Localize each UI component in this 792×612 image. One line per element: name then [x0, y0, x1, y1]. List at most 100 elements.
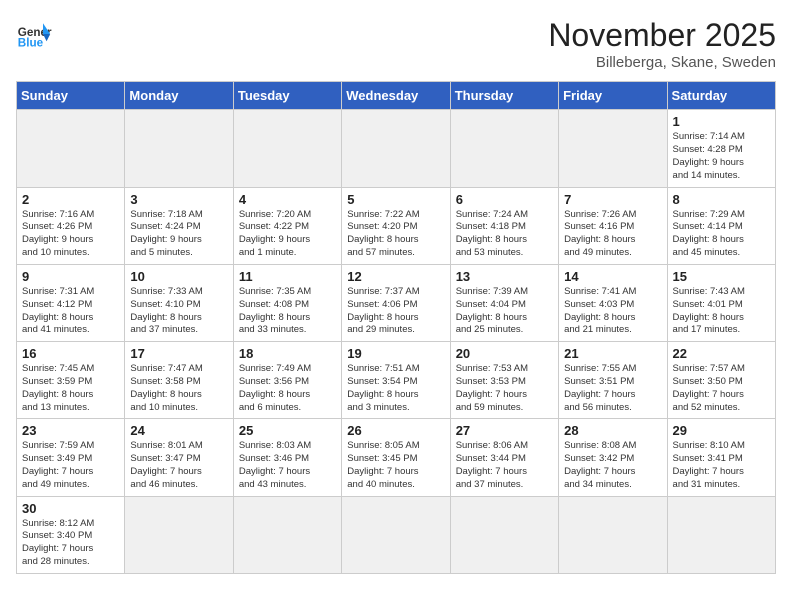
calendar-cell: 4 Sunrise: 7:20 AM Sunset: 4:22 PM Daylig…	[233, 187, 341, 264]
month-title: November 2025	[548, 16, 776, 54]
calendar-cell: 13Sunrise: 7:39 AM Sunset: 4:04 PM Dayli…	[450, 264, 558, 341]
day-number: 19	[347, 346, 444, 361]
cell-sun-info: Sunrise: 7:43 AM Sunset: 4:01 PM Dayligh…	[673, 286, 770, 337]
day-number: 24	[130, 423, 227, 438]
cell-sun-info: Sunrise: 7:41 AM Sunset: 4:03 PM Dayligh…	[564, 286, 661, 337]
day-number: 12	[347, 269, 444, 284]
calendar-cell: 1 Sunrise: 7:14 AM Sunset: 4:28 PM Daylig…	[667, 110, 775, 187]
day-number: 21	[564, 346, 661, 361]
calendar-cell	[667, 496, 775, 573]
calendar-cell: 18Sunrise: 7:49 AM Sunset: 3:56 PM Dayli…	[233, 342, 341, 419]
weekday-header-row: SundayMondayTuesdayWednesdayThursdayFrid…	[17, 82, 776, 110]
calendar-cell: 7 Sunrise: 7:26 AM Sunset: 4:16 PM Daylig…	[559, 187, 667, 264]
day-number: 7	[564, 192, 661, 207]
day-number: 23	[22, 423, 119, 438]
calendar-cell: 9 Sunrise: 7:31 AM Sunset: 4:12 PM Daylig…	[17, 264, 125, 341]
calendar-cell: 16 Sunrise: 7:45 AM Sunset: 3:59 PM Dayli…	[17, 342, 125, 419]
day-number: 16	[22, 346, 119, 361]
cell-sun-info: Sunrise: 7:16 AM Sunset: 4:26 PM Dayligh…	[22, 209, 119, 260]
day-number: 29	[673, 423, 770, 438]
calendar-cell	[450, 110, 558, 187]
calendar-cell: 28 Sunrise: 8:08 AM Sunset: 3:42 PM Dayli…	[559, 419, 667, 496]
cell-sun-info: Sunrise: 7:51 AM Sunset: 3:54 PM Dayligh…	[347, 363, 444, 414]
calendar-body: 1 Sunrise: 7:14 AM Sunset: 4:28 PM Daylig…	[17, 110, 776, 574]
calendar-table: SundayMondayTuesdayWednesdayThursdayFrid…	[16, 81, 776, 574]
day-number: 8	[673, 192, 770, 207]
title-block: November 2025 Billeberga, Skane, Sweden	[548, 16, 776, 71]
calendar-cell: 30 Sunrise: 8:12 AM Sunset: 3:40 PM Dayli…	[17, 496, 125, 573]
cell-sun-info: Sunrise: 7:18 AM Sunset: 4:24 PM Dayligh…	[130, 209, 227, 260]
day-number: 9	[22, 269, 119, 284]
calendar-cell: 17 Sunrise: 7:47 AM Sunset: 3:58 PM Dayli…	[125, 342, 233, 419]
day-number: 30	[22, 501, 119, 516]
weekday-header-sunday: Sunday	[17, 82, 125, 110]
cell-sun-info: Sunrise: 7:57 AM Sunset: 3:50 PM Dayligh…	[673, 363, 770, 414]
day-number: 1	[673, 114, 770, 129]
day-number: 2	[22, 192, 119, 207]
calendar-cell	[17, 110, 125, 187]
day-number: 28	[564, 423, 661, 438]
calendar-cell	[450, 496, 558, 573]
logo: General Blue	[16, 16, 52, 52]
cell-sun-info: Sunrise: 7:45 AM Sunset: 3:59 PM Dayligh…	[22, 363, 119, 414]
calendar-cell	[233, 496, 341, 573]
calendar-cell	[125, 110, 233, 187]
cell-sun-info: Sunrise: 7:26 AM Sunset: 4:16 PM Dayligh…	[564, 209, 661, 260]
day-number: 15	[673, 269, 770, 284]
calendar-cell: 20Sunrise: 7:53 AM Sunset: 3:53 PM Dayli…	[450, 342, 558, 419]
day-number: 3	[130, 192, 227, 207]
cell-sun-info: Sunrise: 8:12 AM Sunset: 3:40 PM Dayligh…	[22, 518, 119, 569]
page-header: General Blue November 2025 Billeberga, S…	[16, 16, 776, 71]
cell-sun-info: Sunrise: 7:29 AM Sunset: 4:14 PM Dayligh…	[673, 209, 770, 260]
calendar-cell: 23 Sunrise: 7:59 AM Sunset: 3:49 PM Dayli…	[17, 419, 125, 496]
calendar-week-row: 1 Sunrise: 7:14 AM Sunset: 4:28 PM Daylig…	[17, 110, 776, 187]
cell-sun-info: Sunrise: 7:35 AM Sunset: 4:08 PM Dayligh…	[239, 286, 336, 337]
calendar-cell: 2 Sunrise: 7:16 AM Sunset: 4:26 PM Daylig…	[17, 187, 125, 264]
cell-sun-info: Sunrise: 7:37 AM Sunset: 4:06 PM Dayligh…	[347, 286, 444, 337]
calendar-cell: 25Sunrise: 8:03 AM Sunset: 3:46 PM Dayli…	[233, 419, 341, 496]
cell-sun-info: Sunrise: 8:06 AM Sunset: 3:44 PM Dayligh…	[456, 440, 553, 491]
calendar-cell	[233, 110, 341, 187]
day-number: 27	[456, 423, 553, 438]
calendar-cell: 26 Sunrise: 8:05 AM Sunset: 3:45 PM Dayli…	[342, 419, 450, 496]
weekday-header-friday: Friday	[559, 82, 667, 110]
cell-sun-info: Sunrise: 7:49 AM Sunset: 3:56 PM Dayligh…	[239, 363, 336, 414]
calendar-cell: 27 Sunrise: 8:06 AM Sunset: 3:44 PM Dayli…	[450, 419, 558, 496]
calendar-cell	[342, 496, 450, 573]
cell-sun-info: Sunrise: 7:47 AM Sunset: 3:58 PM Dayligh…	[130, 363, 227, 414]
calendar-week-row: 16 Sunrise: 7:45 AM Sunset: 3:59 PM Dayli…	[17, 342, 776, 419]
calendar-week-row: 30 Sunrise: 8:12 AM Sunset: 3:40 PM Dayli…	[17, 496, 776, 573]
cell-sun-info: Sunrise: 8:05 AM Sunset: 3:45 PM Dayligh…	[347, 440, 444, 491]
svg-text:Blue: Blue	[18, 37, 44, 50]
cell-sun-info: Sunrise: 7:39 AM Sunset: 4:04 PM Dayligh…	[456, 286, 553, 337]
cell-sun-info: Sunrise: 8:08 AM Sunset: 3:42 PM Dayligh…	[564, 440, 661, 491]
day-number: 22	[673, 346, 770, 361]
calendar-cell: 8 Sunrise: 7:29 AM Sunset: 4:14 PM Daylig…	[667, 187, 775, 264]
cell-sun-info: Sunrise: 7:59 AM Sunset: 3:49 PM Dayligh…	[22, 440, 119, 491]
cell-sun-info: Sunrise: 7:24 AM Sunset: 4:18 PM Dayligh…	[456, 209, 553, 260]
calendar-cell: 12 Sunrise: 7:37 AM Sunset: 4:06 PM Dayli…	[342, 264, 450, 341]
calendar-cell: 19 Sunrise: 7:51 AM Sunset: 3:54 PM Dayli…	[342, 342, 450, 419]
day-number: 25	[239, 423, 336, 438]
calendar-cell: 29 Sunrise: 8:10 AM Sunset: 3:41 PM Dayli…	[667, 419, 775, 496]
day-number: 4	[239, 192, 336, 207]
calendar-cell	[559, 110, 667, 187]
calendar-cell: 14 Sunrise: 7:41 AM Sunset: 4:03 PM Dayli…	[559, 264, 667, 341]
weekday-header-saturday: Saturday	[667, 82, 775, 110]
calendar-cell	[559, 496, 667, 573]
cell-sun-info: Sunrise: 7:20 AM Sunset: 4:22 PM Dayligh…	[239, 209, 336, 260]
cell-sun-info: Sunrise: 8:10 AM Sunset: 3:41 PM Dayligh…	[673, 440, 770, 491]
calendar-cell: 21Sunrise: 7:55 AM Sunset: 3:51 PM Dayli…	[559, 342, 667, 419]
calendar-cell	[125, 496, 233, 573]
calendar-cell: 10Sunrise: 7:33 AM Sunset: 4:10 PM Dayli…	[125, 264, 233, 341]
weekday-header-thursday: Thursday	[450, 82, 558, 110]
cell-sun-info: Sunrise: 7:14 AM Sunset: 4:28 PM Dayligh…	[673, 131, 770, 182]
calendar-cell: 22 Sunrise: 7:57 AM Sunset: 3:50 PM Dayli…	[667, 342, 775, 419]
day-number: 14	[564, 269, 661, 284]
day-number: 26	[347, 423, 444, 438]
day-number: 17	[130, 346, 227, 361]
day-number: 11	[239, 269, 336, 284]
cell-sun-info: Sunrise: 7:22 AM Sunset: 4:20 PM Dayligh…	[347, 209, 444, 260]
calendar-cell: 24Sunrise: 8:01 AM Sunset: 3:47 PM Dayli…	[125, 419, 233, 496]
cell-sun-info: Sunrise: 7:31 AM Sunset: 4:12 PM Dayligh…	[22, 286, 119, 337]
